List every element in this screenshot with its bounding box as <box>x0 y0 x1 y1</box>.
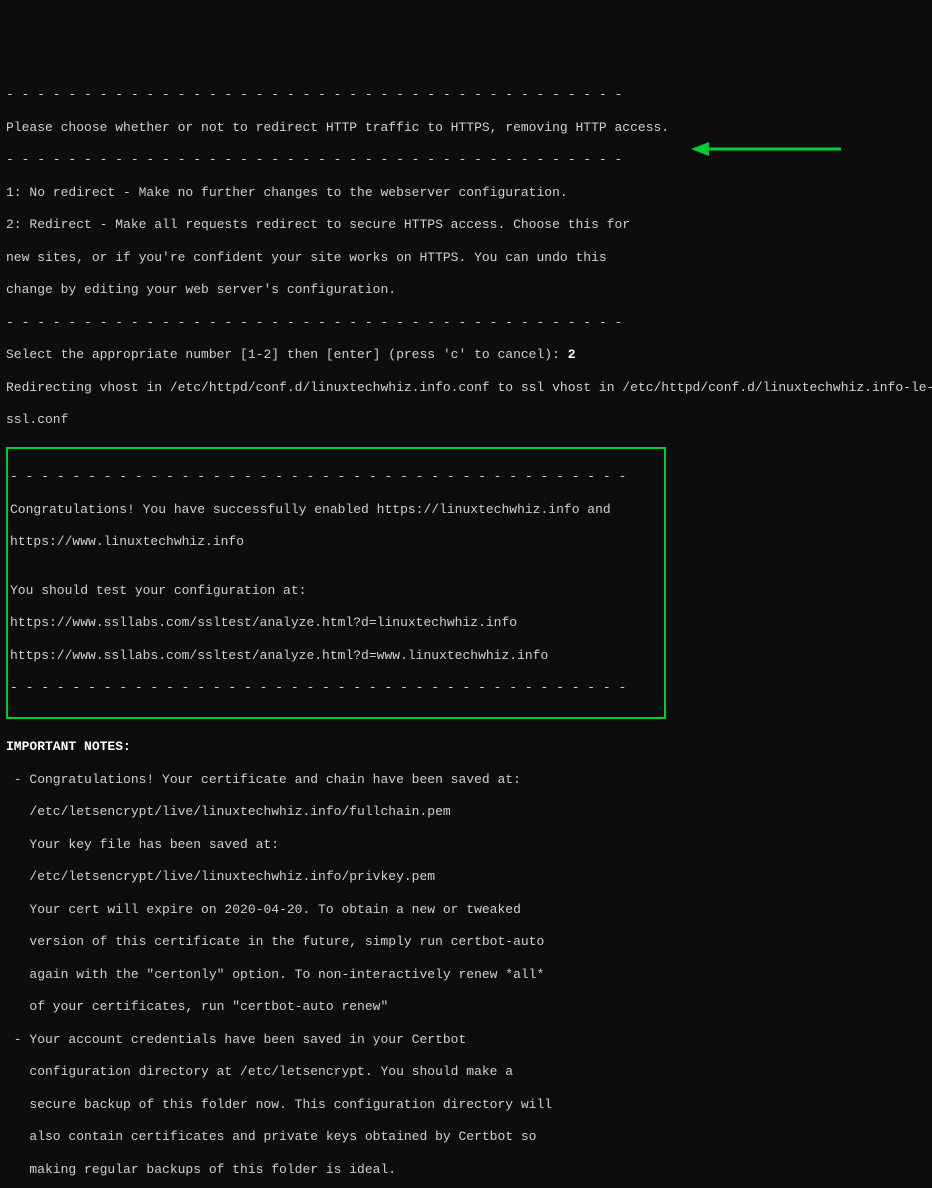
terminal-line: of your certificates, run "certbot-auto … <box>6 999 926 1015</box>
terminal-line: /etc/letsencrypt/live/linuxtechwhiz.info… <box>6 804 926 820</box>
terminal-line: change by editing your web server's conf… <box>6 282 926 298</box>
terminal-line: ssl.conf <box>6 412 926 428</box>
terminal-line: making regular backups of this folder is… <box>6 1162 926 1178</box>
terminal-line: - - - - - - - - - - - - - - - - - - - - … <box>10 680 662 696</box>
terminal-line: - - - - - - - - - - - - - - - - - - - - … <box>6 87 926 103</box>
notes-header: IMPORTANT NOTES: <box>6 739 926 755</box>
terminal-line: 1: No redirect - Make no further changes… <box>6 185 926 201</box>
terminal-line: - - - - - - - - - - - - - - - - - - - - … <box>10 469 662 485</box>
terminal-line: secure backup of this folder now. This c… <box>6 1097 926 1113</box>
terminal-line: - Congratulations! Your certificate and … <box>6 772 926 788</box>
terminal-line: again with the "certonly" option. To non… <box>6 967 926 983</box>
terminal-line: Redirecting vhost in /etc/httpd/conf.d/l… <box>6 380 926 396</box>
terminal-line: /etc/letsencrypt/live/linuxtechwhiz.info… <box>6 869 926 885</box>
terminal-line: also contain certificates and private ke… <box>6 1129 926 1145</box>
terminal-line: Please choose whether or not to redirect… <box>6 120 926 136</box>
terminal-line: configuration directory at /etc/letsencr… <box>6 1064 926 1080</box>
terminal-line: Your key file has been saved at: <box>6 837 926 853</box>
success-box: - - - - - - - - - - - - - - - - - - - - … <box>6 447 666 719</box>
terminal-line: - Your account credentials have been sav… <box>6 1032 926 1048</box>
user-input[interactable]: 2 <box>568 347 576 362</box>
terminal-line: version of this certificate in the futur… <box>6 934 926 950</box>
terminal-line: 2: Redirect - Make all requests redirect… <box>6 217 926 233</box>
terminal-line: new sites, or if you're confident your s… <box>6 250 926 266</box>
terminal-line: Your cert will expire on 2020-04-20. To … <box>6 902 926 918</box>
terminal-line: https://www.ssllabs.com/ssltest/analyze.… <box>10 615 662 631</box>
terminal-line: https://www.linuxtechwhiz.info <box>10 534 662 550</box>
terminal-line: - - - - - - - - - - - - - - - - - - - - … <box>6 152 926 168</box>
terminal-line: Congratulations! You have successfully e… <box>10 502 662 518</box>
terminal-line: You should test your configuration at: <box>10 583 662 599</box>
terminal-line: - - - - - - - - - - - - - - - - - - - - … <box>6 315 926 331</box>
select-prompt: Select the appropriate number [1-2] then… <box>6 347 926 363</box>
terminal-line: https://www.ssllabs.com/ssltest/analyze.… <box>10 648 662 664</box>
